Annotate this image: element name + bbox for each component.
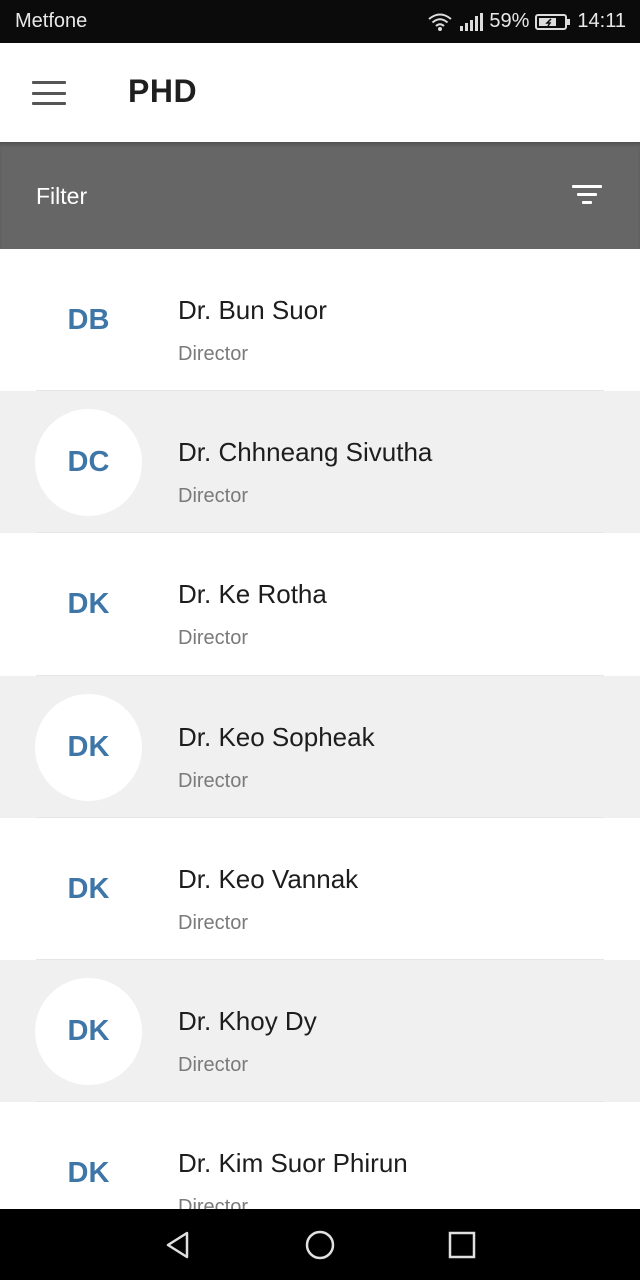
director-role: Director bbox=[178, 485, 249, 508]
avatar: DC bbox=[35, 409, 142, 517]
director-role: Director bbox=[178, 1196, 249, 1209]
app-bar: PHD bbox=[0, 43, 640, 142]
back-icon[interactable] bbox=[162, 1229, 194, 1261]
status-bar: Metfone 59% 14:11 bbox=[0, 0, 640, 43]
list-item[interactable]: DC Dr. Chhneang Sivutha Director bbox=[0, 391, 640, 534]
avatar: DK bbox=[35, 977, 142, 1085]
avatar: DK bbox=[67, 588, 110, 621]
director-name: Dr. Bun Suor bbox=[178, 295, 327, 325]
hamburger-menu-icon[interactable] bbox=[32, 81, 66, 105]
director-name: Dr. Khoy Dy bbox=[178, 1005, 317, 1036]
recents-icon[interactable] bbox=[446, 1229, 478, 1261]
home-icon[interactable] bbox=[304, 1229, 336, 1261]
signal-icon bbox=[460, 12, 484, 31]
battery-icon bbox=[535, 13, 571, 30]
battery-percent: 59% bbox=[489, 10, 530, 32]
director-list: DB Dr. Bun Suor Director DC Dr. Chhneang Siv… bbox=[0, 249, 640, 1209]
filter-label: Filter bbox=[36, 183, 88, 209]
status-indicators: 59% 14:11 bbox=[427, 10, 626, 33]
director-name: Dr. Ke Rotha bbox=[178, 579, 327, 610]
list-item[interactable]: DK Dr. Keo Sopheak Director bbox=[0, 675, 640, 818]
director-role: Director bbox=[178, 1053, 249, 1076]
wifi-icon bbox=[428, 13, 453, 31]
carrier-name: Metfone bbox=[15, 10, 88, 32]
avatar: DK bbox=[35, 693, 142, 801]
director-name: Dr. Kim Suor Phirun bbox=[178, 1148, 408, 1179]
director-name: Dr. Keo Vannak bbox=[178, 863, 359, 894]
director-role: Director bbox=[178, 343, 249, 365]
page-title: PHD bbox=[128, 73, 198, 109]
filter-icon[interactable] bbox=[572, 185, 602, 207]
avatar: DB bbox=[67, 304, 110, 336]
list-item[interactable]: DK Dr. Kim Suor Phirun Director bbox=[0, 1102, 640, 1209]
director-role: Director bbox=[178, 769, 249, 792]
avatar: DK bbox=[67, 872, 110, 905]
director-role: Director bbox=[178, 627, 249, 650]
navigation-bar bbox=[0, 1209, 640, 1280]
clock: 14:11 bbox=[577, 10, 626, 32]
avatar: DK bbox=[67, 1157, 110, 1190]
filter-bar[interactable]: Filter bbox=[0, 142, 640, 249]
list-item[interactable]: DK Dr. Keo Vannak Director bbox=[0, 818, 640, 960]
director-role: Director bbox=[178, 911, 249, 934]
director-name: Dr. Keo Sopheak bbox=[178, 721, 375, 752]
list-item[interactable]: DB Dr. Bun Suor Director bbox=[0, 249, 640, 392]
list-item[interactable]: DK Dr. Khoy Dy Director bbox=[0, 959, 640, 1103]
director-name: Dr. Chhneang Sivutha bbox=[178, 437, 433, 468]
list-item[interactable]: DK Dr. Ke Rotha Director bbox=[0, 533, 640, 676]
